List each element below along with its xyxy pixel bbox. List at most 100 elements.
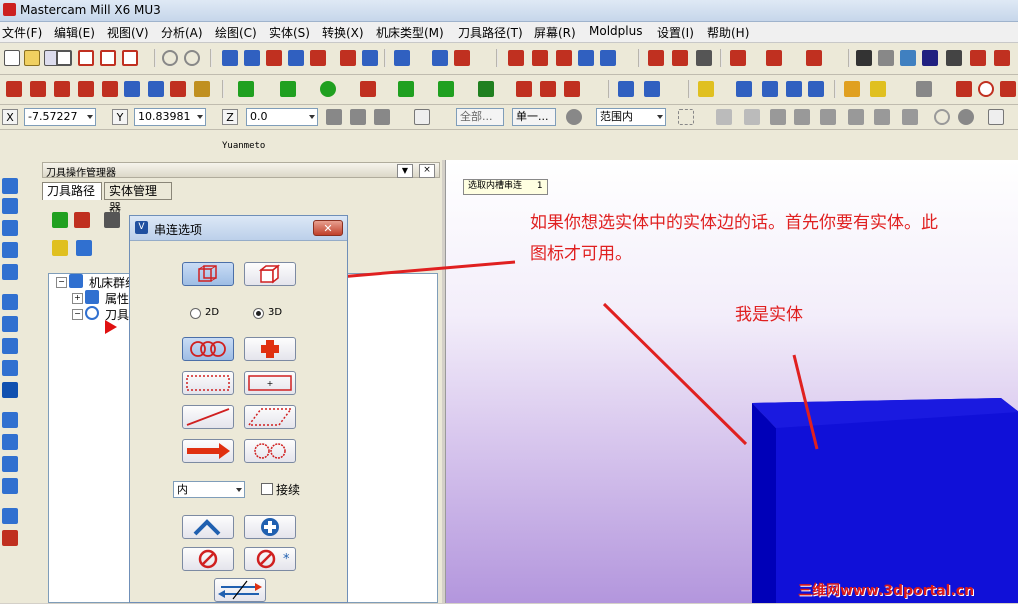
create-circle-icon[interactable] <box>320 81 336 97</box>
toggle-display-icon[interactable] <box>76 240 92 256</box>
document-icon[interactable] <box>856 50 872 66</box>
menu-xform[interactable]: 转换(X) <box>322 22 376 42</box>
solid-body-icon[interactable] <box>794 109 810 125</box>
select-all-ops-icon[interactable] <box>52 212 68 228</box>
area-chain-button[interactable]: + <box>244 371 296 395</box>
camera-icon[interactable] <box>946 50 962 66</box>
offset-icon[interactable] <box>786 81 802 97</box>
help-icon[interactable] <box>900 50 916 66</box>
cursor-select-icon[interactable] <box>716 109 732 125</box>
select-all-icon[interactable] <box>222 50 238 66</box>
screen-fit-icon[interactable] <box>394 50 410 66</box>
viewport-icon[interactable] <box>122 50 138 66</box>
wrench-icon[interactable] <box>916 81 932 97</box>
post-icon[interactable] <box>696 50 712 66</box>
arc-icon[interactable] <box>54 81 70 97</box>
selection-gear-icon[interactable] <box>566 109 582 125</box>
unselect-button[interactable] <box>182 547 234 571</box>
manager-close-button[interactable]: × <box>419 164 435 178</box>
redo-icon[interactable] <box>184 50 200 66</box>
layout-solid-icon[interactable] <box>2 412 18 428</box>
plane-icon[interactable] <box>454 50 470 66</box>
primitive-solid-icon[interactable] <box>2 264 18 280</box>
mirror-icon[interactable] <box>618 81 634 97</box>
cursor-pick-icon[interactable] <box>744 109 760 125</box>
backplot-ops-icon[interactable] <box>104 212 120 228</box>
chevron-down-icon[interactable] <box>87 115 93 119</box>
verify-selection-icon[interactable] <box>902 109 918 125</box>
origin-icon[interactable] <box>978 81 994 97</box>
stretch-icon[interactable] <box>808 81 824 97</box>
top-view-icon[interactable] <box>508 50 524 66</box>
ruled-surface-icon[interactable] <box>516 81 532 97</box>
unselect-all-button[interactable]: * <box>244 547 296 571</box>
radio-2d[interactable] <box>190 308 201 319</box>
help-query-icon[interactable] <box>988 109 1004 125</box>
continue-checkbox[interactable] <box>261 483 273 495</box>
translate-icon[interactable] <box>736 81 752 97</box>
extrude-icon[interactable] <box>2 178 18 194</box>
solid-icon[interactable] <box>170 81 186 97</box>
fillet-icon[interactable] <box>78 81 94 97</box>
verify-icon[interactable] <box>672 50 688 66</box>
undo-icon[interactable] <box>162 50 178 66</box>
trim-icon[interactable] <box>398 81 414 97</box>
shell-solid-icon[interactable] <box>2 338 18 354</box>
chevron-down-icon[interactable] <box>309 115 315 119</box>
solid-back-icon[interactable] <box>874 109 890 125</box>
chamfer-solid-icon[interactable] <box>2 316 18 332</box>
menu-create[interactable]: 绘图(C) <box>215 22 269 42</box>
tree-collapse-toggle[interactable]: − <box>72 309 83 320</box>
fast-point-icon[interactable] <box>326 109 342 125</box>
menu-screen[interactable]: 屏幕(R) <box>534 22 589 42</box>
light-icon[interactable] <box>698 81 714 97</box>
menu-toolpaths[interactable]: 刀具路径(T) <box>458 22 534 42</box>
menu-moldplus[interactable]: Moldplus <box>589 22 657 42</box>
create-line-icon[interactable] <box>280 81 296 97</box>
chain-filter-dropdown[interactable]: 内 <box>173 481 245 498</box>
split-face-icon[interactable] <box>2 478 18 494</box>
view-frame-icon[interactable] <box>56 50 72 66</box>
rectangle-icon[interactable] <box>360 81 376 97</box>
surface-icon[interactable] <box>148 81 164 97</box>
revolve-icon[interactable] <box>540 81 556 97</box>
select-only-icon[interactable] <box>244 50 260 66</box>
machine-icon[interactable] <box>806 50 822 66</box>
solid-select-icon[interactable] <box>848 109 864 125</box>
print-icon[interactable] <box>878 50 894 66</box>
pencil-icon[interactable] <box>844 81 860 97</box>
grid-icon[interactable] <box>432 50 448 66</box>
chevron-down-icon[interactable] <box>657 115 663 119</box>
menu-solids[interactable]: 实体(S) <box>269 22 322 42</box>
trim-solid-icon[interactable] <box>2 360 18 376</box>
end-selection-icon[interactable] <box>958 109 974 125</box>
point-icon[interactable] <box>6 81 22 97</box>
curve-icon[interactable] <box>124 81 140 97</box>
y-coordinate-field[interactable]: 10.83981 <box>134 108 206 126</box>
spline-icon[interactable] <box>102 81 118 97</box>
color-select-icon[interactable] <box>266 50 282 66</box>
new-file-icon[interactable] <box>4 50 20 66</box>
array-icon[interactable] <box>2 508 18 524</box>
graphics-viewport[interactable]: 选取内槽串连 1 如果你想选实体中的实体边的话。首先你要有实体。此图标才可用。 … <box>445 160 1018 603</box>
filter-single-button[interactable]: 单一... <box>512 108 556 126</box>
mask-icon[interactable] <box>310 50 326 66</box>
solid-face-icon[interactable] <box>770 109 786 125</box>
filter-all-button[interactable]: 全部... <box>456 108 504 126</box>
axis-icon[interactable] <box>956 81 972 97</box>
check-solid-icon[interactable] <box>2 434 18 450</box>
solid-property-icon[interactable] <box>2 530 18 546</box>
window-select-icon[interactable] <box>678 109 694 125</box>
tree-expand-toggle[interactable]: + <box>72 293 83 304</box>
chevron-down-icon[interactable] <box>197 115 203 119</box>
single-point-button[interactable] <box>244 337 296 361</box>
boolean-solid-icon[interactable] <box>2 382 18 398</box>
open-file-icon[interactable] <box>24 50 40 66</box>
solid-side-face[interactable] <box>752 403 776 603</box>
backplot-icon[interactable] <box>648 50 664 66</box>
clear-selection-icon[interactable] <box>934 109 950 125</box>
reverse-chain-button[interactable] <box>214 578 266 602</box>
front-view-icon[interactable] <box>532 50 548 66</box>
vector-chain-button[interactable] <box>244 405 296 429</box>
chevron-down-icon[interactable] <box>236 488 242 492</box>
